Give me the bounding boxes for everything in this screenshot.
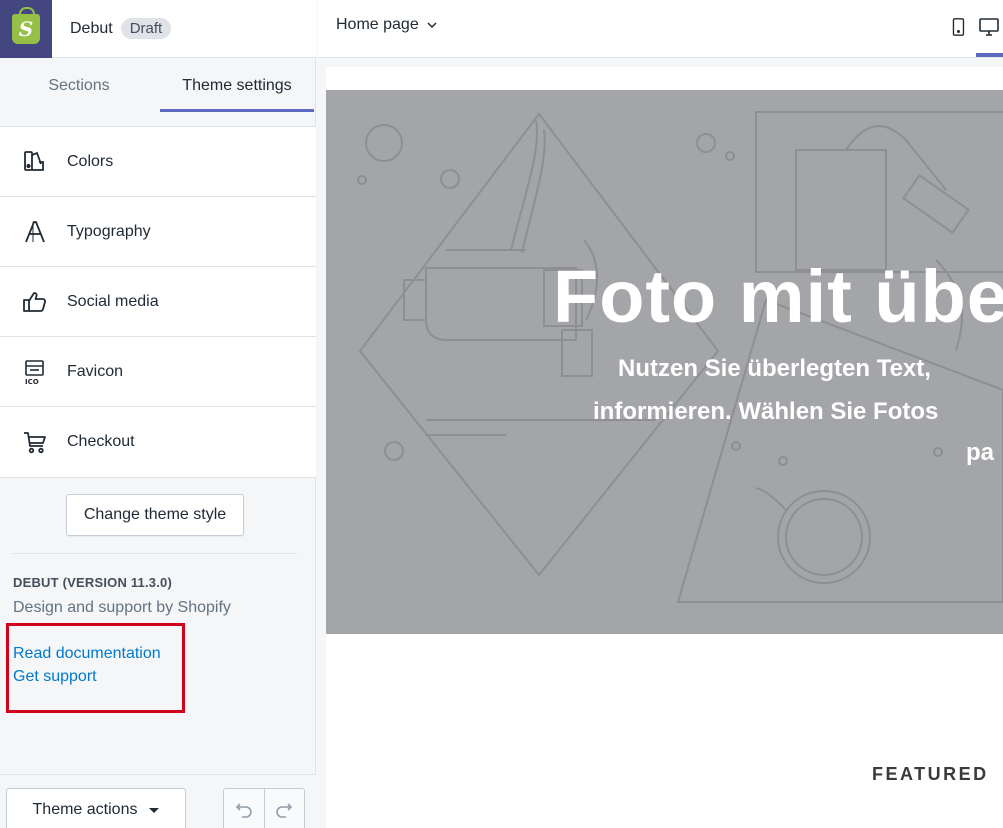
hero-subtitle-line-3: pa [966, 439, 995, 466]
colors-icon [0, 149, 67, 175]
cart-icon [0, 429, 67, 455]
redo-icon [276, 803, 293, 818]
page-selector[interactable]: Home page [336, 16, 439, 34]
featured-heading: FEATURED [872, 764, 989, 784]
sidebar-topbar: S Debut Draft [0, 0, 316, 58]
sidebar-item-label: Checkout [67, 433, 135, 450]
active-device-indicator [976, 53, 1003, 57]
sidebar-item-label: Typography [67, 222, 151, 240]
hero-subtitle-line-2: informieren. Wählen Sie Fotos [593, 398, 939, 425]
theme-settings-menu: Colors Typography Social media ICO Favic… [0, 126, 316, 478]
sidebar-item-label: Colors [67, 152, 114, 170]
desktop-icon [979, 18, 999, 36]
shopify-logo[interactable]: S [0, 0, 52, 58]
sidebar-item-favicon[interactable]: ICO Favicon [0, 337, 316, 407]
theme-version: DEBUT (VERSION 11.3.0) [13, 575, 172, 590]
divider [13, 553, 297, 554]
chevron-down-icon [427, 22, 437, 29]
hero-banner: Foto mit übe Nutzen Sie überlegten Text,… [326, 90, 1003, 634]
editor-sidebar: S Debut Draft Sections Theme settings Co… [0, 0, 316, 828]
sidebar-item-social-media[interactable]: Social media [0, 267, 316, 337]
undo-icon [235, 803, 252, 818]
typography-icon [0, 219, 67, 245]
draft-badge: Draft [120, 18, 172, 39]
sidebar-tabs: Sections Theme settings [0, 58, 316, 114]
support-by-text: Design and support by Shopify [13, 599, 231, 616]
sidebar-item-label: Favicon [67, 362, 124, 380]
shopify-bag-icon: S [12, 6, 40, 44]
sidebar-item-checkout[interactable]: Checkout [0, 407, 316, 477]
desktop-view-button[interactable] [978, 16, 1000, 38]
undo-redo-group [223, 788, 305, 828]
sidebar-item-colors[interactable]: Colors [0, 127, 316, 197]
store-preview[interactable]: Foto mit übe Nutzen Sie überlegten Text,… [326, 67, 1003, 828]
highlight-box [6, 623, 185, 713]
tab-theme-settings[interactable]: Theme settings [158, 58, 316, 114]
sidebar-item-typography[interactable]: Typography [0, 197, 316, 267]
mobile-view-button[interactable] [947, 16, 969, 38]
change-theme-style-button[interactable]: Change theme style [66, 494, 244, 536]
sidebar-bottom-bar: Theme actions [0, 774, 316, 828]
hero-subtitle-line-1: Nutzen Sie überlegten Text, [618, 355, 931, 382]
theme-actions-label: Theme actions [32, 801, 138, 818]
preview-topbar: Home page [317, 0, 1003, 58]
hero-title: Foto mit übe [553, 255, 1003, 338]
mobile-icon [952, 18, 965, 36]
tab-sections[interactable]: Sections [0, 58, 158, 114]
caret-down-icon [149, 807, 160, 813]
redo-button[interactable] [263, 789, 305, 828]
svg-text:ICO: ICO [25, 378, 39, 385]
favicon-icon: ICO [0, 359, 67, 385]
page-selector-label: Home page [336, 16, 419, 33]
theme-actions-button[interactable]: Theme actions [6, 788, 186, 828]
undo-button[interactable] [224, 789, 264, 828]
thumbs-up-icon [0, 289, 67, 315]
sidebar-item-label: Social media [67, 292, 159, 310]
theme-name: Debut [70, 19, 113, 37]
